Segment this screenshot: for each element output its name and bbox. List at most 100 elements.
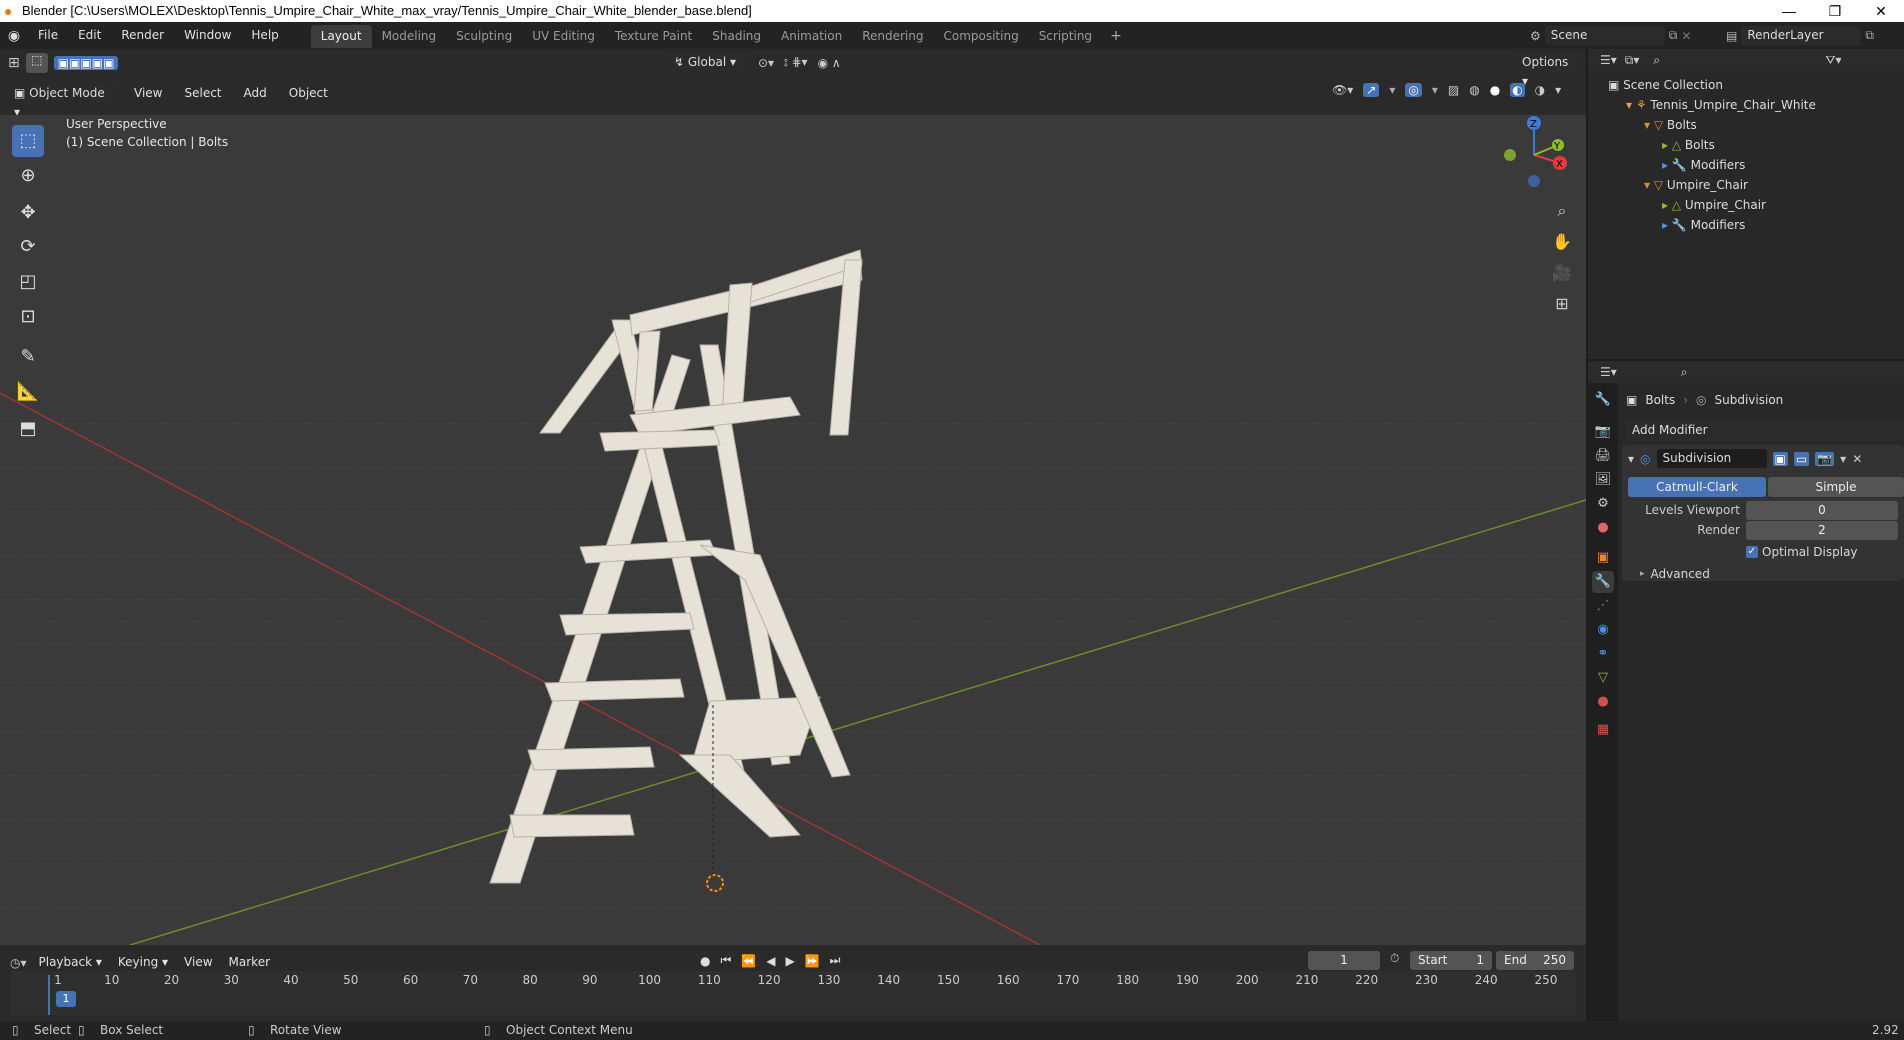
outliner-item-tennis-umpire-chair[interactable]: ▾ ⚘ Tennis_Umpire_Chair_White (1588, 95, 1904, 115)
tab-animation[interactable]: Animation (771, 25, 852, 48)
tool-tab-icon[interactable]: 🔧 (1592, 389, 1614, 411)
edit-mode-toggle-icon[interactable]: ▣ (1772, 451, 1788, 466)
xray-icon[interactable]: ▨ (1448, 83, 1459, 97)
modifier-tab-icon[interactable]: 🔧 (1592, 571, 1614, 593)
navigation-gizmo[interactable]: Z X Y (1490, 115, 1570, 195)
physics-tab-icon[interactable]: ◉ (1592, 619, 1614, 641)
menu-render[interactable]: Render (111, 22, 174, 49)
render-layer-icon[interactable]: ▤ (1726, 29, 1737, 43)
vp-menu-add[interactable]: Add (238, 80, 273, 107)
viewport-toggle-icon[interactable]: ▭ (1793, 451, 1810, 466)
select-tool-icon[interactable]: ⬚ (25, 53, 48, 73)
add-cube-icon[interactable]: ⬒ (12, 413, 44, 445)
world-tab-icon[interactable]: ● (1592, 517, 1614, 539)
3d-viewport[interactable]: ⬚ ⊕ ✥ ⟳ ◰ ⊡ ✎ 📐 ⬒ User Perspective (1) S… (0, 115, 1586, 945)
menu-window[interactable]: Window (174, 22, 241, 49)
start-frame-field[interactable]: Start 1 (1410, 951, 1492, 970)
object-tab-icon[interactable]: ▣ (1592, 547, 1614, 569)
shading-rendered-icon[interactable]: ◑ (1535, 83, 1545, 97)
pivot-icon[interactable]: ⊙▾ (758, 56, 774, 70)
levels-viewport-field[interactable]: 0 (1746, 501, 1898, 520)
playhead-marker[interactable]: 1 (56, 991, 76, 1007)
current-frame-field[interactable]: 1 (1308, 951, 1380, 970)
outliner-item-bolts-mesh[interactable]: ▸ △ Bolts (1588, 135, 1904, 155)
menu-help[interactable]: Help (241, 22, 288, 49)
record-icon[interactable]: ● (700, 954, 710, 968)
tab-sculpting[interactable]: Sculpting (446, 25, 522, 48)
shading-options-icon[interactable]: ▾ (1555, 83, 1561, 97)
scene-tab-icon[interactable]: ⚙ (1592, 493, 1614, 515)
pan-hand-icon[interactable]: ✋ (1550, 226, 1574, 257)
render-layer-field[interactable]: RenderLayer (1741, 26, 1862, 45)
transform-icon[interactable]: ⊡ (12, 301, 44, 333)
shading-wireframe-icon[interactable]: ◍ (1469, 83, 1479, 97)
transform-orientation-dropdown[interactable]: ↯ Global ▾ (668, 53, 748, 72)
filter-icon[interactable]: ⛛▾ (1825, 53, 1841, 68)
properties-search-input[interactable]: ⌕ (1674, 364, 1785, 380)
play-icon[interactable]: ▶ (785, 954, 794, 968)
vp-menu-view[interactable]: View (128, 80, 168, 107)
editor-type-icon[interactable]: ⊞ (8, 55, 20, 71)
blender-menu-icon[interactable]: ◉ (0, 28, 28, 44)
tab-modeling[interactable]: Modeling (372, 25, 447, 48)
scene-icon[interactable]: ⚙ (1530, 29, 1541, 43)
outliner-item-bolts-object[interactable]: ▾ ▽ Bolts (1588, 115, 1904, 135)
simple-button[interactable]: Simple (1768, 477, 1904, 497)
outliner-item-umpire-chair-modifiers[interactable]: ▸ 🔧 Modifiers (1588, 215, 1904, 235)
view-layer-tab-icon[interactable]: 🖼 (1592, 469, 1614, 491)
render-levels-field[interactable]: 2 (1746, 521, 1898, 540)
output-tab-icon[interactable]: 🖨 (1592, 445, 1614, 467)
render-tab-icon[interactable]: 📷 (1592, 421, 1614, 443)
vp-menu-object[interactable]: Object (283, 80, 334, 107)
cursor-icon[interactable]: ⊕ (12, 160, 44, 192)
advanced-subpanel[interactable]: ▸ Advanced (1640, 567, 1710, 581)
options-dropdown[interactable]: Options ▾ (1516, 53, 1580, 88)
outliner-search-input[interactable]: ⌕ (1647, 52, 1788, 68)
texture-tab-icon[interactable]: ▦ (1592, 719, 1614, 741)
select-box-icon[interactable]: ⬚ (12, 125, 44, 157)
ortho-grid-icon[interactable]: ⊞ (1550, 288, 1574, 319)
constraints-tab-icon[interactable]: ⚭ (1592, 643, 1614, 665)
modifier-name-input[interactable]: Subdivision (1656, 449, 1767, 468)
maximize-button[interactable]: ❐ (1812, 0, 1858, 22)
camera-icon[interactable]: 🎥 (1550, 257, 1574, 288)
prev-keyframe-icon[interactable]: ⏪ (741, 954, 756, 968)
play-reverse-icon[interactable]: ◀ (766, 954, 775, 968)
tab-scripting[interactable]: Scripting (1029, 25, 1102, 48)
measure-icon[interactable]: 📐 (12, 376, 44, 408)
material-tab-icon[interactable]: ● (1592, 691, 1614, 713)
overlay-icon[interactable]: ◎ (1405, 83, 1422, 97)
outliner-editor-icon[interactable]: ☰▾ (1600, 53, 1617, 67)
object-mode-dropdown[interactable]: ▣ Object Mode ▾ (8, 83, 118, 119)
shading-material-icon[interactable]: ◐ (1510, 83, 1525, 97)
menu-file[interactable]: File (28, 22, 68, 49)
collapse-icon[interactable]: ▾ (1628, 452, 1634, 466)
modifier-menu-icon[interactable]: ▾ (1840, 452, 1846, 466)
move-icon[interactable]: ✥ (12, 197, 44, 229)
outliner-scene-collection[interactable]: ▣ Scene Collection (1588, 75, 1904, 95)
rotate-icon[interactable]: ⟳ (12, 231, 44, 263)
properties-editor-icon[interactable]: ☰▾ (1600, 365, 1617, 379)
add-modifier-dropdown[interactable]: Add Modifier (1626, 419, 1904, 441)
visibility-icon[interactable]: 👁▾ (1332, 83, 1353, 97)
tab-layout[interactable]: Layout (310, 25, 372, 48)
end-frame-field[interactable]: End 250 (1496, 951, 1574, 970)
scale-icon[interactable]: ◰ (12, 266, 44, 298)
next-keyframe-icon[interactable]: ⏩ (805, 954, 820, 968)
gizmo-icon[interactable]: ↗ (1363, 83, 1380, 97)
tab-uv-editing[interactable]: UV Editing (522, 25, 605, 48)
timeline-editor-icon[interactable]: ◷▾ (10, 956, 27, 970)
jump-start-icon[interactable]: ⏮ (720, 953, 731, 968)
snap-icon[interactable]: ⦂ ⋕▾ (784, 55, 808, 70)
timeline-track[interactable]: 1 10 20 30 40 50 60 70 80 90 100 110 120 130 140 150 160… (10, 971, 1576, 1015)
proportional-edit-icon[interactable]: ◉ ∧ (818, 56, 841, 70)
tab-texture-paint[interactable]: Texture Paint (605, 25, 702, 48)
stopwatch-icon[interactable]: ⏱ (1390, 951, 1399, 966)
data-tab-icon[interactable]: ▽ (1592, 667, 1614, 689)
remove-modifier-icon[interactable]: ✕ (1852, 452, 1862, 466)
new-layer-icon[interactable]: ⧉ (1865, 28, 1874, 43)
display-mode-icon[interactable]: ⧉▾ (1625, 53, 1640, 68)
annotate-icon[interactable]: ✎ (12, 341, 44, 373)
optimal-display-checkbox[interactable]: ✓ (1746, 546, 1758, 558)
outliner-item-umpire-chair-mesh[interactable]: ▸ △ Umpire_Chair (1588, 195, 1904, 215)
